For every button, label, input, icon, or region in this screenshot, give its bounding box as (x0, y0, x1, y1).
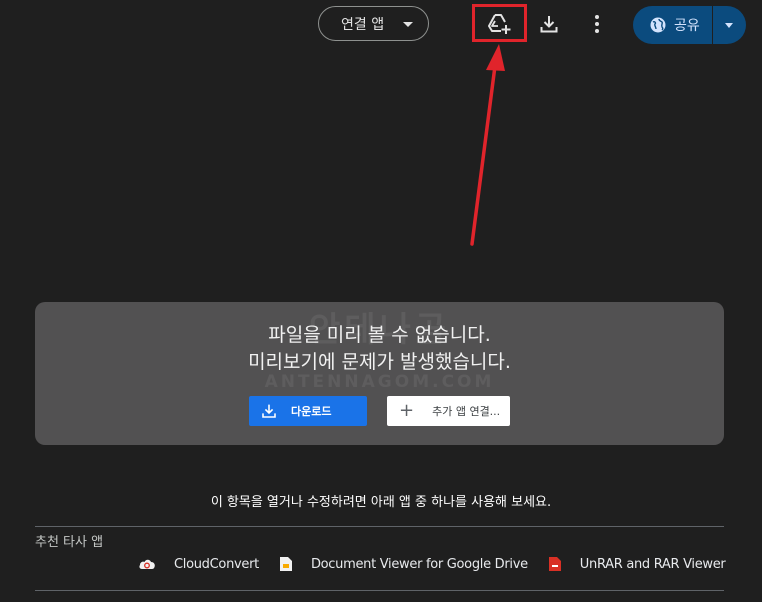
preview-error-line2: 미리보기에 문제가 발생했습니다. (248, 351, 511, 373)
preview-error-message: 파일을 미리 볼 수 없습니다. 미리보기에 문제가 발생했습니다. (35, 322, 724, 376)
more-vert-icon (595, 15, 599, 33)
preview-error-line1: 파일을 미리 볼 수 없습니다. (268, 324, 491, 346)
annotation-arrow (470, 44, 505, 246)
open-with-label: 연결 앱 (341, 16, 385, 33)
app-item-document-viewer[interactable]: Document Viewer for Google Drive (279, 556, 528, 572)
preview-error-card: 안테나곰 ANTENNAGOM.COM 파일을 미리 볼 수 없습니다. 미리보… (35, 302, 724, 445)
app-name: Document Viewer for Google Drive (310, 556, 528, 572)
open-with-hint: 이 항목을 열거나 수정하려면 아래 앱 중 하나를 사용해 보세요. (210, 495, 552, 510)
share-options-dropdown[interactable] (713, 6, 746, 44)
more-options-button[interactable] (581, 8, 613, 40)
download-file-label: 다운로드 (291, 405, 332, 418)
unrar-icon (548, 557, 561, 571)
caret-down-icon (725, 23, 733, 28)
download-icon (262, 404, 276, 418)
download-file-button[interactable]: 다운로드 (249, 396, 367, 426)
share-label: 공유 (674, 18, 700, 34)
download-button[interactable] (533, 8, 565, 40)
divider (35, 590, 724, 591)
plus-icon: + (399, 400, 415, 421)
open-with-button[interactable]: 연결 앱 (318, 6, 429, 41)
caret-down-icon (403, 22, 413, 27)
recommended-apps-list: CloudConvert Document Viewer for Google … (138, 556, 745, 572)
globe-icon (650, 17, 666, 33)
highlight-box (472, 4, 527, 42)
app-item-cloudconvert[interactable]: CloudConvert (138, 557, 259, 572)
share-button-group: 공유 (633, 6, 746, 44)
app-name: UnRAR and RAR Viewer (579, 556, 726, 572)
document-viewer-icon (279, 557, 292, 571)
connect-more-apps-label: 추가 앱 연결... (432, 405, 501, 418)
app-item-unrar-viewer[interactable]: UnRAR and RAR Viewer (548, 556, 726, 572)
drive-preview-page: 연결 앱 공유 안테나곰 ANTENNAGOM.COM 파일을 미리 볼 수 없… (0, 0, 762, 602)
cloudconvert-icon (139, 559, 155, 569)
share-button[interactable]: 공유 (633, 6, 713, 44)
recommended-apps-label: 추천 타사 앱 (35, 535, 104, 550)
divider (35, 526, 724, 527)
app-name: CloudConvert (174, 556, 259, 572)
connect-more-apps-button[interactable]: + 추가 앱 연결... (387, 396, 510, 426)
download-icon (540, 16, 558, 33)
